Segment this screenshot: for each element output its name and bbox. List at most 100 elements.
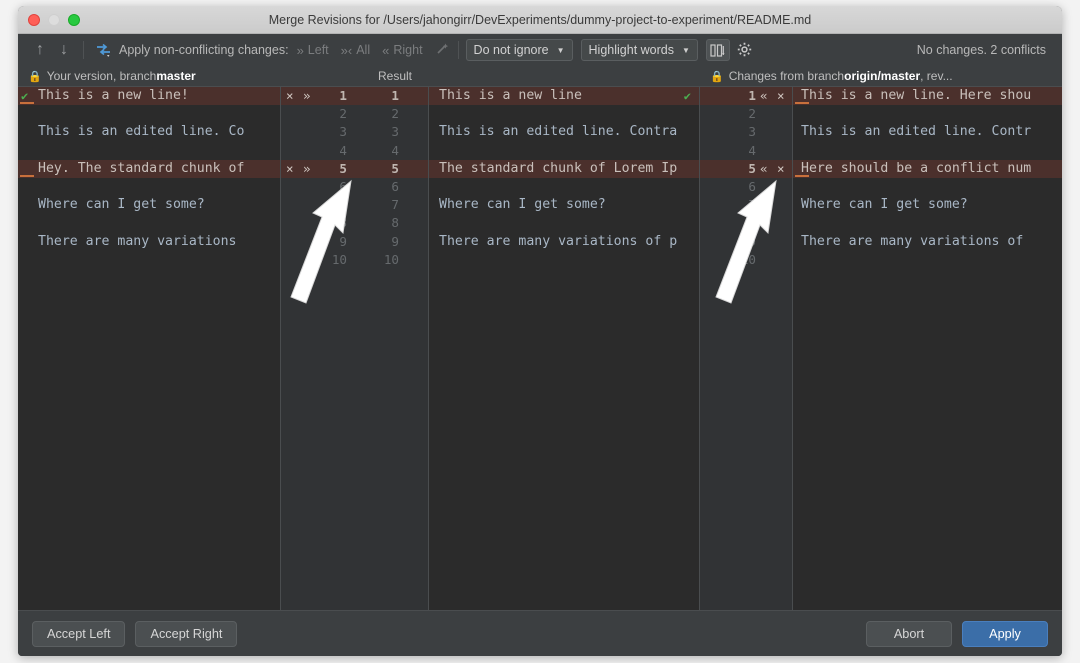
left-conflict-actions[interactable]: × »	[286, 160, 312, 178]
code-line: The standard chunk of Lorem Ip	[429, 159, 699, 178]
code-line: Hey. The standard chunk of	[18, 159, 280, 178]
line-number: 6	[339, 178, 347, 194]
right-conflict-actions[interactable]: « ×	[760, 87, 786, 105]
line-number: 2	[391, 106, 399, 122]
result-code-lines: This is a new line ✔ This is an edited lin…	[429, 87, 699, 269]
code-line	[18, 142, 280, 160]
line-number: 2	[339, 106, 347, 122]
code-line	[793, 214, 1062, 232]
gutter-row: 22	[281, 105, 428, 123]
gutter-row: 7	[700, 196, 792, 214]
left-gutter-rows: × » 1 1 2 2 3 3 4 4 × » 5 5 6 6 7 7 8 8 9 9 10 10	[281, 87, 428, 269]
arrow-down-icon[interactable]: ↓	[52, 38, 76, 62]
code-line	[18, 251, 280, 269]
left-editor-pane[interactable]: This is a new line! ✔ This is an edited li…	[18, 87, 280, 610]
line-number: 5	[748, 160, 756, 176]
magic-wand-icon[interactable]	[435, 42, 449, 59]
line-number: 7	[391, 197, 399, 213]
code-line	[793, 105, 1062, 123]
gutter-row: 44	[281, 142, 428, 160]
chevron-down-icon: ▼	[556, 45, 565, 55]
code-line-text: This is a new line. Here shou	[801, 88, 1032, 103]
chevron-both-icon: »‹	[340, 42, 353, 58]
left-pane-header: 🔒 Your version, branch master	[28, 69, 378, 83]
line-number: 1	[748, 88, 756, 103]
gutter-row: × » 5 5	[281, 159, 428, 178]
abort-button[interactable]: Abort	[866, 620, 952, 647]
lock-icon: 🔒	[710, 70, 724, 83]
line-number: 8	[339, 215, 347, 231]
highlight-policy-dropdown[interactable]: Highlight words ▼	[580, 39, 698, 61]
code-line	[18, 214, 280, 232]
right-merge-gutter[interactable]: « × 1 2 3 4 « × 5 6 7 8 9 10	[700, 87, 792, 610]
left-conflict-actions[interactable]: × »	[286, 87, 312, 105]
gear-icon[interactable]	[733, 39, 757, 61]
line-number: 4	[391, 142, 399, 158]
code-line: Where can I get some?	[429, 196, 699, 214]
accept-left-button[interactable]: Accept Left	[32, 620, 126, 647]
result-pane-header: Result	[378, 69, 708, 83]
gutter-row: 4	[700, 142, 792, 160]
line-number: 8	[391, 215, 399, 231]
code-line: This is an edited line. Co	[18, 123, 280, 141]
toolbar-divider-2	[457, 41, 459, 59]
right-pane-title-prefix: Changes from branch	[728, 69, 845, 83]
code-line	[793, 251, 1062, 269]
line-number: 1	[339, 88, 347, 103]
gutter-row: « × 5	[700, 159, 792, 178]
code-line-text: This is a new line	[439, 88, 582, 103]
line-number: 3	[339, 124, 347, 140]
line-number: 2	[748, 106, 756, 122]
apply-all-label: All	[356, 43, 371, 57]
left-merge-gutter[interactable]: × » 1 1 2 2 3 3 4 4 × » 5 5 6 6 7 7 8 8 9 9 10 10	[281, 87, 428, 610]
right-conflict-actions[interactable]: « ×	[760, 160, 786, 178]
line-number: 6	[748, 178, 756, 194]
code-line	[429, 178, 699, 196]
code-line: Where can I get some?	[793, 196, 1062, 214]
code-line	[429, 105, 699, 123]
collapse-unchanged-icon[interactable]	[705, 39, 730, 61]
gutter-row: 2	[700, 105, 792, 123]
apply-right-button[interactable]: « Right	[382, 43, 422, 58]
accept-right-button[interactable]: Accept Right	[135, 620, 238, 647]
line-number: 10	[740, 251, 756, 267]
code-line-text: This is an edited line. Co	[38, 124, 245, 140]
apply-button[interactable]: Apply	[962, 620, 1048, 647]
right-code-lines: This is a new line. Here shou This is an …	[793, 87, 1062, 269]
code-line: This is an edited line. Contr	[793, 123, 1062, 141]
line-number: 9	[339, 233, 347, 249]
ignore-policy-dropdown[interactable]: Do not ignore ▼	[465, 39, 573, 61]
apply-left-button[interactable]: » Left	[297, 43, 329, 58]
line-number: 7	[339, 197, 347, 213]
apply-left-label: Left	[307, 43, 329, 57]
line-number: 5	[339, 160, 347, 176]
gutter-row: 10 10	[281, 251, 428, 269]
code-line-text: The standard chunk of Lorem Ip	[439, 160, 678, 176]
chevron-right-double-icon: »	[296, 42, 304, 58]
code-line	[429, 251, 699, 269]
gutter-row: 88	[281, 214, 428, 232]
code-line-text: There are many variations of	[801, 233, 1024, 249]
line-number: 10	[383, 251, 399, 267]
code-line-text: There are many variations	[38, 233, 237, 249]
code-line-text: Where can I get some?	[801, 197, 968, 213]
right-editor-pane[interactable]: This is a new line. Here shou This is an …	[793, 87, 1062, 610]
line-number: 5	[391, 160, 399, 176]
line-number: 6	[391, 178, 399, 194]
arrow-up-icon[interactable]: ↑	[28, 38, 52, 62]
toolbar-divider-1	[83, 41, 84, 59]
magic-resolve-icon[interactable]	[91, 38, 115, 62]
change-marker	[795, 102, 809, 105]
change-marker	[795, 174, 809, 177]
result-editor-pane[interactable]: This is a new line ✔ This is an edited lin…	[429, 87, 699, 610]
code-line	[429, 214, 699, 232]
resolved-check-icon: ✔	[683, 89, 691, 103]
code-line: There are many variations	[18, 233, 280, 251]
gutter-row: 6	[700, 178, 792, 196]
apply-all-button[interactable]: »‹ All	[341, 43, 370, 58]
